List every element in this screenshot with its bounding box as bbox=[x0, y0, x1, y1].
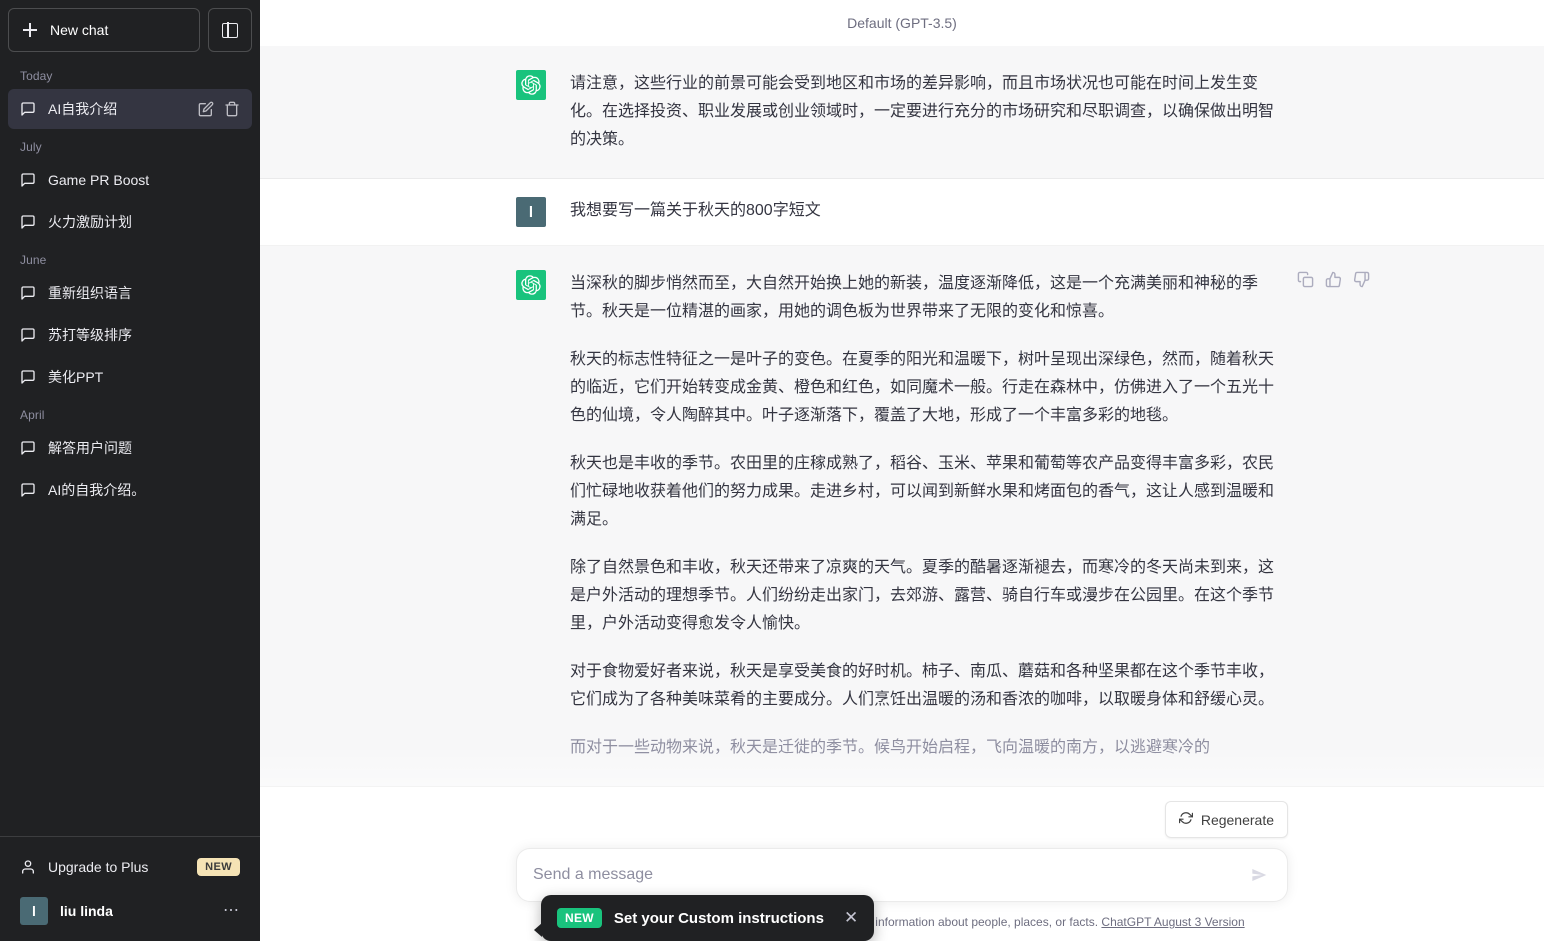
account-name: liu linda bbox=[60, 903, 113, 919]
version-link[interactable]: ChatGPT August 3 Version bbox=[1101, 915, 1244, 929]
person-icon bbox=[20, 859, 36, 875]
chat-history-item[interactable]: Game PR Boost bbox=[8, 160, 252, 200]
avatar: l bbox=[516, 197, 546, 227]
message-paragraph: 秋天的标志性特征之一是叶子的变色。在夏季的阳光和温暖下，树叶呈现出深绿色，然而，… bbox=[570, 351, 1275, 424]
chat-bubble-icon bbox=[20, 214, 36, 230]
message-paragraph: 请注意，这些行业的前景可能会受到地区和市场的差异影响，而且市场状况也可能在时间上… bbox=[570, 75, 1275, 148]
avatar-column: l bbox=[516, 197, 546, 227]
message-paragraph: 除了自然景色和丰收，秋天还带来了凉爽的天气。夏季的酷暑逐渐褪去，而寒冷的冬天尚未… bbox=[570, 559, 1275, 632]
message-composer[interactable] bbox=[516, 848, 1288, 902]
sidebar-header: New chat bbox=[0, 0, 260, 60]
chat-history-item-title: 美化PPT bbox=[48, 369, 104, 385]
history-group-label: April bbox=[20, 408, 45, 422]
sidebar: New chat Today AI自我介绍 July Game PR Boost 火力激… bbox=[0, 0, 260, 941]
pencil-icon[interactable] bbox=[198, 101, 214, 117]
thumbs-up-icon[interactable] bbox=[1322, 268, 1344, 290]
chat-history-list[interactable]: Today AI自我介绍 July Game PR Boost 火力激励计划 June 重新… bbox=[0, 60, 260, 836]
toast-new-badge: NEW bbox=[557, 908, 602, 928]
chat-history-item[interactable]: 重新组织语言 bbox=[8, 273, 252, 313]
upgrade-new-badge: NEW bbox=[197, 858, 240, 876]
chatgpt-app: New chat Today AI自我介绍 July Game PR Boost 火力激… bbox=[0, 0, 1544, 941]
message-paragraph: 对于食物爱好者来说，秋天是享受美食的好时机。柿子、南瓜、蘑菇和各种坚果都在这个季… bbox=[570, 663, 1275, 708]
new-chat-label: New chat bbox=[50, 22, 109, 38]
openai-logo-icon bbox=[516, 70, 546, 100]
message-actions bbox=[1294, 268, 1372, 290]
new-chat-button[interactable]: New chat bbox=[8, 8, 200, 52]
message-input[interactable] bbox=[531, 849, 1245, 901]
chat-bubble-icon bbox=[20, 285, 36, 301]
chat-bubble-icon bbox=[20, 440, 36, 456]
avatar: l bbox=[20, 897, 48, 925]
chat-history-item-title: 解答用户问题 bbox=[48, 440, 132, 456]
main-content: Default (GPT-3.5) 请注意，这些行业的前景可能会受到地区和市场的… bbox=[260, 0, 1544, 941]
chat-history-item-title: 苏打等级排序 bbox=[48, 327, 132, 343]
chat-bubble-icon bbox=[20, 369, 36, 385]
close-icon[interactable]: ✕ bbox=[844, 909, 858, 926]
message-text: 请注意，这些行业的前景可能会受到地区和市场的差异影响，而且市场状况也可能在时间上… bbox=[570, 70, 1288, 154]
message-paragraph: 我想要写一篇关于秋天的800字短文 bbox=[570, 202, 821, 219]
chat-history-item-title: AI自我介绍 bbox=[48, 101, 118, 117]
avatar-column bbox=[516, 70, 546, 154]
upgrade-label: Upgrade to Plus bbox=[48, 859, 149, 875]
collapse-sidebar-button[interactable] bbox=[208, 8, 252, 52]
copy-icon[interactable] bbox=[1294, 268, 1316, 290]
sidebar-footer: Upgrade to Plus NEW l liu linda ⋯ bbox=[0, 836, 260, 941]
history-group-label: July bbox=[20, 140, 42, 154]
upgrade-to-plus-button[interactable]: Upgrade to Plus NEW bbox=[8, 845, 252, 889]
assistant-message: 当深秋的脚步悄然而至，大自然开始换上她的新装，温度逐渐降低，这是一个充满美丽和神… bbox=[260, 246, 1544, 787]
chat-history-item-title: AI的自我介绍。 bbox=[48, 482, 146, 498]
account-button[interactable]: l liu linda ⋯ bbox=[8, 889, 252, 933]
message-text: 当深秋的脚步悄然而至，大自然开始换上她的新装，温度逐渐降低，这是一个充满美丽和神… bbox=[570, 270, 1288, 762]
regenerate-label: Regenerate bbox=[1200, 811, 1274, 828]
chat-bubble-icon bbox=[20, 327, 36, 343]
chat-history-item[interactable]: AI自我介绍 bbox=[8, 89, 252, 129]
ellipsis-icon[interactable]: ⋯ bbox=[223, 903, 240, 919]
chat-history-item-title: 火力激励计划 bbox=[48, 214, 132, 230]
chat-history-item[interactable]: 美化PPT bbox=[8, 357, 252, 397]
chat-bubble-icon bbox=[20, 482, 36, 498]
send-button[interactable] bbox=[1245, 861, 1273, 889]
model-selector[interactable]: Default (GPT-3.5) bbox=[847, 15, 957, 31]
chat-history-item[interactable]: 苏打等级排序 bbox=[8, 315, 252, 355]
regenerate-button[interactable]: Regenerate bbox=[1164, 801, 1288, 838]
chat-history-item[interactable]: 解答用户问题 bbox=[8, 428, 252, 468]
toast-message: Set your Custom instructions bbox=[613, 909, 824, 927]
model-header: Default (GPT-3.5) bbox=[260, 0, 1544, 46]
openai-logo-icon bbox=[516, 270, 546, 300]
message-text: 我想要写一篇关于秋天的800字短文 bbox=[570, 197, 1288, 227]
plus-icon bbox=[22, 22, 38, 38]
composer-area: Regenerate Free Research Preview. ChatGP… bbox=[260, 751, 1544, 941]
assistant-message: 请注意，这些行业的前景可能会受到地区和市场的差异影响，而且市场状况也可能在时间上… bbox=[260, 46, 1544, 179]
panel-left-icon bbox=[222, 22, 238, 38]
chat-bubble-icon bbox=[20, 101, 36, 117]
chat-history-item-title: 重新组织语言 bbox=[48, 285, 132, 301]
thumbs-down-icon[interactable] bbox=[1350, 268, 1372, 290]
chat-history-item[interactable]: AI的自我介绍。 bbox=[8, 470, 252, 510]
refresh-icon bbox=[1178, 811, 1193, 828]
user-message: l 我想要写一篇关于秋天的800字短文 bbox=[260, 179, 1544, 246]
chat-item-actions bbox=[198, 101, 240, 117]
chat-bubble-icon bbox=[20, 172, 36, 188]
history-group-label: Today bbox=[20, 69, 53, 83]
history-group-label: June bbox=[20, 253, 47, 267]
message-paragraph: 当深秋的脚步悄然而至，大自然开始换上她的新装，温度逐渐降低，这是一个充满美丽和神… bbox=[570, 275, 1259, 320]
avatar-column bbox=[516, 270, 546, 762]
custom-instructions-toast[interactable]: NEW Set your Custom instructions ✕ bbox=[533, 895, 875, 941]
trash-icon[interactable] bbox=[224, 101, 240, 117]
chat-history-item[interactable]: 火力激励计划 bbox=[8, 202, 252, 242]
regenerate-row: Regenerate bbox=[516, 801, 1288, 838]
chat-history-item-title: Game PR Boost bbox=[48, 172, 150, 188]
message-paragraph: 秋天也是丰收的季节。农田里的庄稼成熟了，稻谷、玉米、苹果和葡萄等农产品变得丰富多… bbox=[570, 455, 1275, 528]
